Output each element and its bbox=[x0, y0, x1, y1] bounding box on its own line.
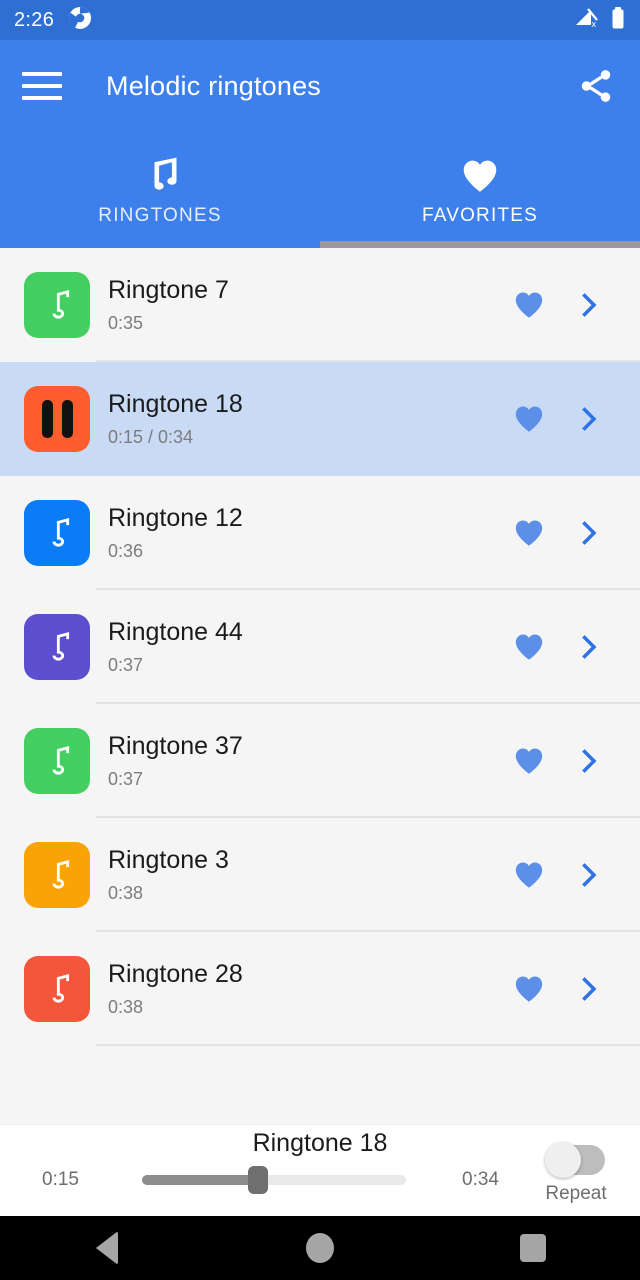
chevron-right-icon[interactable] bbox=[574, 860, 604, 890]
recents-square-icon[interactable] bbox=[498, 1216, 568, 1280]
table-row[interactable]: Ringtone 12 0:36 bbox=[0, 476, 640, 590]
favorite-heart-icon[interactable] bbox=[512, 744, 546, 778]
ringtone-duration: 0:37 bbox=[108, 655, 144, 676]
row-actions bbox=[512, 516, 604, 550]
chevron-right-icon[interactable] bbox=[574, 746, 604, 776]
ringtone-thumbnail[interactable] bbox=[24, 500, 90, 566]
ringtone-thumbnail[interactable] bbox=[24, 956, 90, 1022]
row-actions bbox=[512, 288, 604, 322]
favorite-heart-icon[interactable] bbox=[512, 630, 546, 664]
ringtone-thumbnail[interactable] bbox=[24, 842, 90, 908]
chevron-right-icon[interactable] bbox=[574, 632, 604, 662]
row-actions bbox=[512, 402, 604, 436]
ringtone-duration: 0:37 bbox=[108, 769, 144, 790]
ringtone-title: Ringtone 44 bbox=[108, 617, 243, 646]
repeat-toggle-knob bbox=[545, 1142, 581, 1178]
row-actions bbox=[512, 630, 604, 664]
share-icon[interactable] bbox=[574, 64, 618, 108]
table-row[interactable]: Ringtone 7 0:35 bbox=[0, 248, 640, 362]
row-actions bbox=[512, 858, 604, 892]
ringtone-duration: 0:15 / 0:34 bbox=[108, 427, 194, 448]
tab-ringtones-label: RINGTONES bbox=[98, 205, 222, 226]
chevron-right-icon[interactable] bbox=[574, 518, 604, 548]
favorite-heart-icon[interactable] bbox=[512, 402, 546, 436]
ringtone-info: Ringtone 3 0:38 bbox=[108, 846, 512, 905]
ringtone-title: Ringtone 12 bbox=[108, 503, 243, 532]
ringtone-duration: 0:35 bbox=[108, 313, 144, 334]
ringtone-thumbnail[interactable] bbox=[24, 272, 90, 338]
seek-slider[interactable] bbox=[142, 1166, 406, 1194]
ringtone-thumbnail-pause[interactable] bbox=[24, 386, 90, 452]
player-bar: Ringtone 18 0:15 0:34 Repeat bbox=[0, 1124, 640, 1216]
music-note-icon bbox=[138, 153, 182, 199]
ringtone-info: Ringtone 7 0:35 bbox=[108, 276, 512, 335]
tab-bar: RINGTONES FAVORITES bbox=[0, 132, 640, 248]
status-bar-notification-icons bbox=[68, 6, 92, 35]
ringtone-thumbnail[interactable] bbox=[24, 728, 90, 794]
row-actions bbox=[512, 744, 604, 778]
row-divider bbox=[96, 1044, 640, 1046]
table-row[interactable]: Ringtone 28 0:38 bbox=[0, 932, 640, 1046]
ringtone-title: Ringtone 3 bbox=[108, 845, 229, 874]
ringtone-title: Ringtone 37 bbox=[108, 731, 243, 760]
table-row[interactable]: Ringtone 3 0:38 bbox=[0, 818, 640, 932]
table-row[interactable]: Ringtone 37 0:37 bbox=[0, 704, 640, 818]
ringtone-list[interactable]: Ringtone 7 0:35 Ringtone 18 0:15 / 0:34 … bbox=[0, 248, 640, 1124]
repeat-control[interactable]: Repeat bbox=[530, 1142, 622, 1205]
repeat-toggle[interactable] bbox=[545, 1142, 605, 1178]
favorite-heart-icon[interactable] bbox=[512, 972, 546, 1006]
repeat-label: Repeat bbox=[545, 1183, 607, 1204]
ringtone-duration: 0:38 bbox=[108, 883, 144, 904]
chrome-icon bbox=[68, 6, 92, 35]
ringtone-title: Ringtone 7 bbox=[108, 275, 229, 304]
favorite-heart-icon[interactable] bbox=[512, 858, 546, 892]
tab-favorites-label: FAVORITES bbox=[421, 205, 539, 226]
chevron-right-icon[interactable] bbox=[574, 404, 604, 434]
ringtone-info: Ringtone 18 0:15 / 0:34 bbox=[108, 390, 512, 449]
chevron-right-icon[interactable] bbox=[574, 974, 604, 1004]
row-actions bbox=[512, 972, 604, 1006]
ringtone-duration: 0:38 bbox=[108, 997, 144, 1018]
current-time-label: 0:15 bbox=[42, 1169, 79, 1190]
seek-slider-thumb[interactable] bbox=[248, 1166, 269, 1194]
seek-slider-fill bbox=[142, 1175, 259, 1185]
tab-selected-indicator bbox=[320, 241, 640, 248]
chevron-right-icon[interactable] bbox=[574, 290, 604, 320]
ringtone-info: Ringtone 28 0:38 bbox=[108, 960, 512, 1019]
total-time-label: 0:34 bbox=[462, 1169, 499, 1190]
ringtone-title: Ringtone 28 bbox=[108, 959, 243, 988]
svg-text:x: x bbox=[592, 19, 597, 29]
table-row[interactable]: Ringtone 18 0:15 / 0:34 bbox=[0, 362, 640, 476]
back-triangle-icon[interactable] bbox=[72, 1216, 142, 1280]
heart-icon bbox=[459, 153, 501, 199]
status-bar-clock: 2:26 bbox=[14, 8, 55, 31]
android-nav-bar bbox=[0, 1216, 640, 1280]
no-signal-icon: x bbox=[574, 6, 600, 35]
ringtone-info: Ringtone 44 0:37 bbox=[108, 618, 512, 677]
ringtone-info: Ringtone 37 0:37 bbox=[108, 732, 512, 791]
ringtone-thumbnail[interactable] bbox=[24, 614, 90, 680]
page-title: Melodic ringtones bbox=[106, 70, 322, 101]
tab-favorites[interactable]: FAVORITES bbox=[320, 132, 640, 248]
favorite-heart-icon[interactable] bbox=[512, 288, 546, 322]
ringtone-info: Ringtone 12 0:36 bbox=[108, 504, 512, 563]
status-bar: 2:26 x bbox=[0, 0, 640, 40]
ringtone-title: Ringtone 18 bbox=[108, 389, 243, 418]
pause-icon bbox=[41, 400, 73, 438]
favorite-heart-icon[interactable] bbox=[512, 516, 546, 550]
home-circle-icon[interactable] bbox=[285, 1216, 355, 1280]
table-row[interactable]: Ringtone 44 0:37 bbox=[0, 590, 640, 704]
tab-ringtones[interactable]: RINGTONES bbox=[0, 132, 320, 248]
ringtone-duration: 0:36 bbox=[108, 541, 144, 562]
battery-full-icon bbox=[610, 6, 626, 35]
app-toolbar: Melodic ringtones bbox=[0, 40, 640, 132]
app-screen: 2:26 x Melodic ringtones RINGTONES FAVOR… bbox=[0, 0, 640, 1280]
hamburger-menu-icon[interactable] bbox=[22, 72, 62, 100]
status-bar-system-icons: x bbox=[574, 6, 626, 35]
